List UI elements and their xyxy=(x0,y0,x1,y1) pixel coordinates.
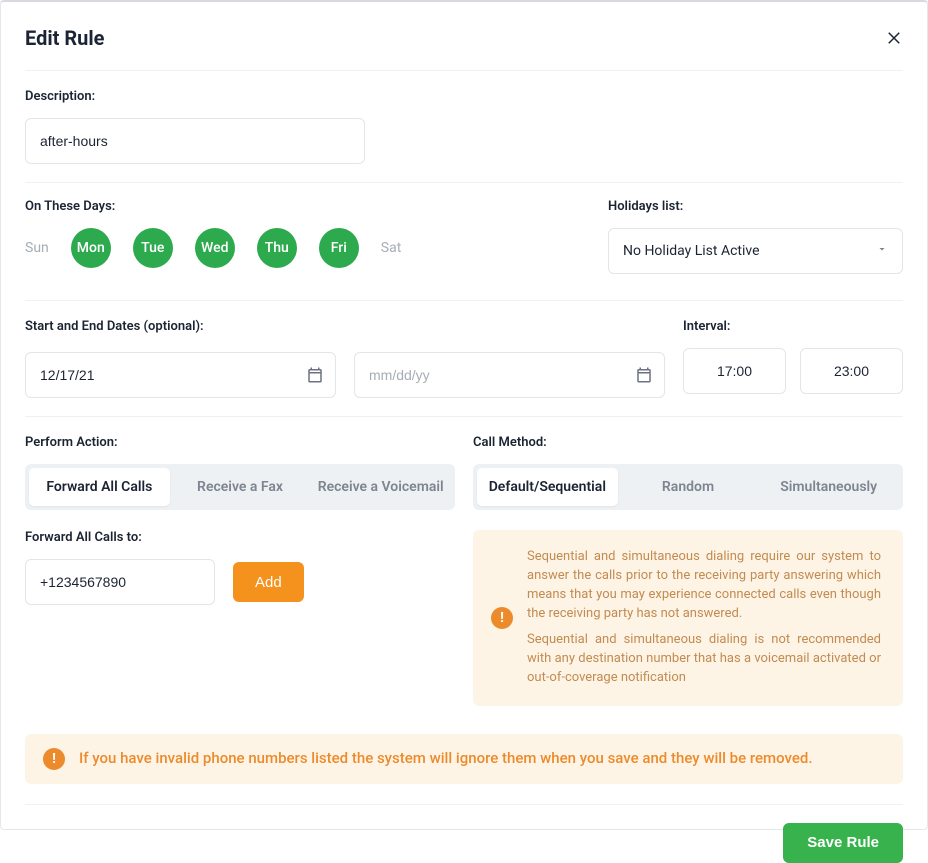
call-method-label: Call Method: xyxy=(473,435,903,450)
days-selector: Sun Mon Tue Wed Thu Fri Sat xyxy=(25,228,548,268)
day-tue[interactable]: Tue xyxy=(133,228,173,268)
calendar-icon[interactable] xyxy=(635,366,653,384)
method-random[interactable]: Random xyxy=(618,468,759,506)
holidays-select[interactable]: No Holiday List Active xyxy=(608,228,903,274)
day-sun[interactable]: Sun xyxy=(25,240,49,256)
days-label: On These Days: xyxy=(25,199,548,214)
day-wed[interactable]: Wed xyxy=(195,228,235,268)
action-receive-voicemail[interactable]: Receive a Voicemail xyxy=(310,468,451,506)
warning-icon: ! xyxy=(43,748,65,770)
description-input[interactable] xyxy=(25,118,365,164)
save-rule-button[interactable]: Save Rule xyxy=(783,823,903,863)
days-holidays-row: On These Days: Sun Mon Tue Wed Thu Fri S… xyxy=(25,199,903,301)
holidays-column: Holidays list: No Holiday List Active xyxy=(608,199,903,274)
days-column: On These Days: Sun Mon Tue Wed Thu Fri S… xyxy=(25,199,548,274)
action-method-row: Perform Action: Forward All Calls Receiv… xyxy=(25,435,903,510)
invalid-numbers-warning: ! If you have invalid phone numbers list… xyxy=(25,734,903,784)
perform-action-label: Perform Action: xyxy=(25,435,455,450)
edit-rule-modal: Edit Rule Description: On These Days: Su… xyxy=(0,0,928,830)
holidays-label: Holidays list: xyxy=(608,199,903,214)
start-date-input[interactable] xyxy=(25,352,336,398)
method-info-p1: Sequential and simultaneous dialing requ… xyxy=(527,548,881,623)
holidays-selected: No Holiday List Active xyxy=(623,243,760,259)
forward-method-info-row: Forward All Calls to: Add ! Sequential a… xyxy=(25,530,903,706)
action-receive-fax[interactable]: Receive a Fax xyxy=(170,468,311,506)
method-info-body: Sequential and simultaneous dialing requ… xyxy=(527,548,881,688)
chevron-down-icon xyxy=(876,243,888,259)
method-info-column: ! Sequential and simultaneous dialing re… xyxy=(473,530,903,706)
modal-title: Edit Rule xyxy=(25,26,104,50)
forward-label: Forward All Calls to: xyxy=(25,530,455,545)
method-info-box: ! Sequential and simultaneous dialing re… xyxy=(473,530,903,706)
method-simultaneous[interactable]: Simultaneously xyxy=(758,468,899,506)
forward-column: Forward All Calls to: Add xyxy=(25,530,455,706)
dates-label: Start and End Dates (optional): xyxy=(25,319,665,334)
forward-phone-input[interactable] xyxy=(25,559,215,605)
interval-from-input[interactable] xyxy=(683,348,786,394)
method-sequential[interactable]: Default/Sequential xyxy=(477,468,618,506)
calendar-icon[interactable] xyxy=(306,366,324,384)
day-sat[interactable]: Sat xyxy=(381,240,402,256)
interval-column: Interval: xyxy=(683,319,903,398)
end-date-input[interactable] xyxy=(354,352,665,398)
add-button[interactable]: Add xyxy=(233,562,304,602)
dates-column: Start and End Dates (optional): xyxy=(25,319,665,398)
day-thu[interactable]: Thu xyxy=(257,228,297,268)
interval-label: Interval: xyxy=(683,319,903,334)
call-method-column: Call Method: Default/Sequential Random S… xyxy=(473,435,903,510)
action-forward-all[interactable]: Forward All Calls xyxy=(29,468,170,506)
description-label: Description: xyxy=(25,89,903,104)
close-icon[interactable] xyxy=(885,29,903,47)
call-method-segment: Default/Sequential Random Simultaneously xyxy=(473,464,903,510)
modal-footer: Save Rule xyxy=(25,804,903,863)
dates-interval-row: Start and End Dates (optional): Interval… xyxy=(25,319,903,417)
perform-action-column: Perform Action: Forward All Calls Receiv… xyxy=(25,435,455,510)
perform-action-segment: Forward All Calls Receive a Fax Receive … xyxy=(25,464,455,510)
method-info-p2: Sequential and simultaneous dialing is n… xyxy=(527,631,881,688)
warning-icon: ! xyxy=(491,607,513,629)
day-mon[interactable]: Mon xyxy=(71,228,111,268)
invalid-numbers-text: If you have invalid phone numbers listed… xyxy=(79,748,813,770)
modal-header: Edit Rule xyxy=(25,26,903,71)
day-fri[interactable]: Fri xyxy=(319,228,359,268)
interval-to-input[interactable] xyxy=(800,348,903,394)
description-section: Description: xyxy=(25,89,903,183)
